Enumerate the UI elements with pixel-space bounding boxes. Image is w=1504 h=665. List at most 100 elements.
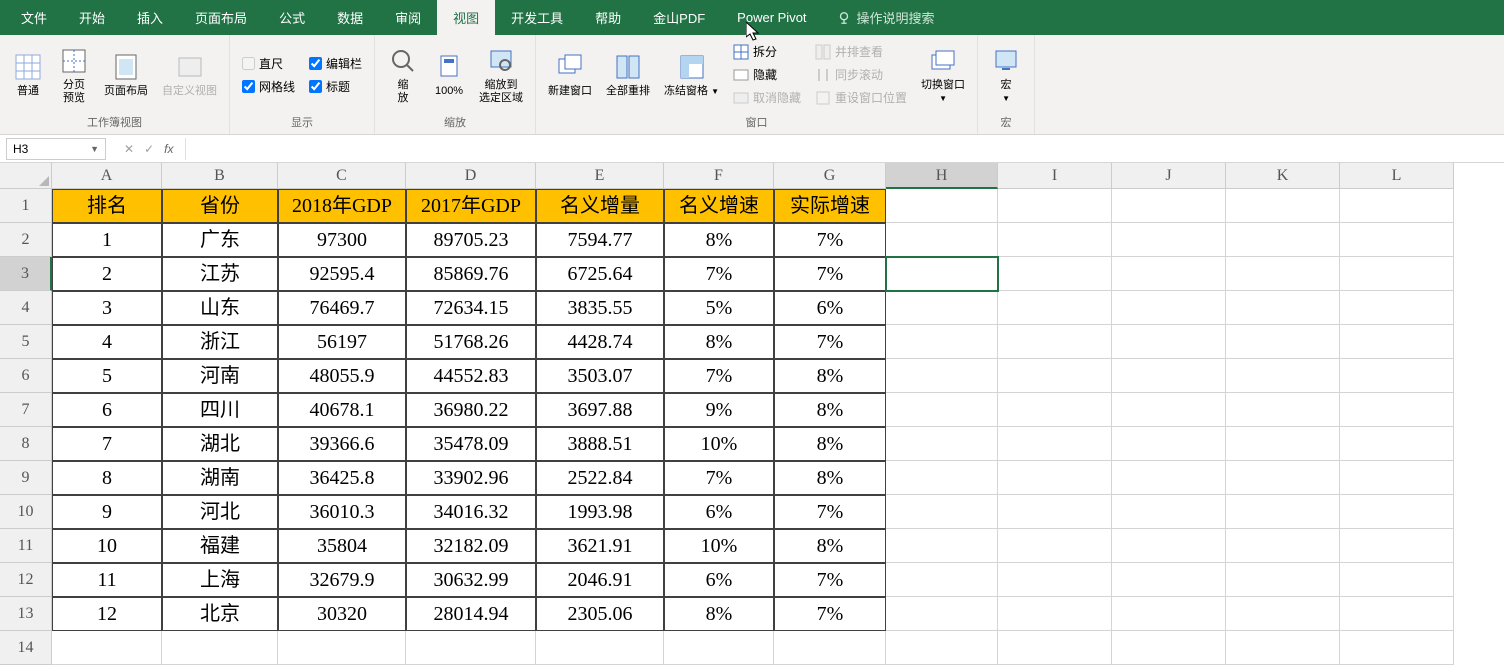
cell-D12[interactable]: 30632.99	[406, 563, 536, 597]
row-header-6[interactable]: 6	[0, 359, 52, 393]
cell-H14[interactable]	[886, 631, 998, 665]
cell-B7[interactable]: 四川	[162, 393, 278, 427]
name-box[interactable]: H3▼	[6, 138, 106, 160]
cell-G12[interactable]: 7%	[774, 563, 886, 597]
tab-开发工具[interactable]: 开发工具	[495, 0, 579, 35]
cell-I5[interactable]	[998, 325, 1112, 359]
row-header-14[interactable]: 14	[0, 631, 52, 665]
cell-G14[interactable]	[774, 631, 886, 665]
arrange-all-button[interactable]: 全部重排	[600, 49, 656, 100]
cell-I8[interactable]	[998, 427, 1112, 461]
cell-E11[interactable]: 3621.91	[536, 529, 664, 563]
cell-B11[interactable]: 福建	[162, 529, 278, 563]
cell-J4[interactable]	[1112, 291, 1226, 325]
cell-G2[interactable]: 7%	[774, 223, 886, 257]
row-header-4[interactable]: 4	[0, 291, 52, 325]
select-all-corner[interactable]	[0, 163, 52, 189]
cell-I14[interactable]	[998, 631, 1112, 665]
row-header-3[interactable]: 3	[0, 257, 52, 291]
cell-L8[interactable]	[1340, 427, 1454, 461]
cell-A10[interactable]: 9	[52, 495, 162, 529]
cell-G4[interactable]: 6%	[774, 291, 886, 325]
gridlines-checkbox[interactable]: 网格线	[242, 78, 295, 95]
cell-H10[interactable]	[886, 495, 998, 529]
tab-帮助[interactable]: 帮助	[579, 0, 637, 35]
cell-L1[interactable]	[1340, 189, 1454, 223]
cell-L5[interactable]	[1340, 325, 1454, 359]
cell-C5[interactable]: 56197	[278, 325, 406, 359]
cell-H7[interactable]	[886, 393, 998, 427]
column-header-C[interactable]: C	[278, 163, 406, 189]
cell-B12[interactable]: 上海	[162, 563, 278, 597]
row-header-10[interactable]: 10	[0, 495, 52, 529]
cell-I1[interactable]	[998, 189, 1112, 223]
formula-bar-checkbox[interactable]: 编辑栏	[309, 55, 362, 72]
cell-J1[interactable]	[1112, 189, 1226, 223]
cell-H1[interactable]	[886, 189, 998, 223]
cell-D9[interactable]: 33902.96	[406, 461, 536, 495]
sync-scroll-button[interactable]: 同步滚动	[809, 64, 913, 85]
cell-F12[interactable]: 6%	[664, 563, 774, 597]
cell-H6[interactable]	[886, 359, 998, 393]
cell-G6[interactable]: 8%	[774, 359, 886, 393]
cell-H8[interactable]	[886, 427, 998, 461]
row-header-2[interactable]: 2	[0, 223, 52, 257]
cell-F4[interactable]: 5%	[664, 291, 774, 325]
cell-B6[interactable]: 河南	[162, 359, 278, 393]
cell-J2[interactable]	[1112, 223, 1226, 257]
cell-L9[interactable]	[1340, 461, 1454, 495]
zoom-selection-button[interactable]: 缩放到 选定区域	[473, 43, 529, 107]
cell-J5[interactable]	[1112, 325, 1226, 359]
column-header-L[interactable]: L	[1340, 163, 1454, 189]
tab-审阅[interactable]: 审阅	[379, 0, 437, 35]
cell-G10[interactable]: 7%	[774, 495, 886, 529]
cell-F5[interactable]: 8%	[664, 325, 774, 359]
formula-input[interactable]	[185, 138, 1504, 160]
freeze-panes-button[interactable]: 冻结窗格 ▼	[658, 49, 725, 100]
cell-L10[interactable]	[1340, 495, 1454, 529]
tab-视图[interactable]: 视图	[437, 0, 495, 35]
cell-H11[interactable]	[886, 529, 998, 563]
cell-J3[interactable]	[1112, 257, 1226, 291]
cell-E8[interactable]: 3888.51	[536, 427, 664, 461]
cell-F14[interactable]	[664, 631, 774, 665]
column-header-F[interactable]: F	[664, 163, 774, 189]
cell-A12[interactable]: 11	[52, 563, 162, 597]
cell-I10[interactable]	[998, 495, 1112, 529]
cell-D10[interactable]: 34016.32	[406, 495, 536, 529]
cell-C4[interactable]: 76469.7	[278, 291, 406, 325]
cell-L14[interactable]	[1340, 631, 1454, 665]
cell-L3[interactable]	[1340, 257, 1454, 291]
tell-me-search[interactable]: 操作说明搜索	[823, 0, 935, 35]
cell-I12[interactable]	[998, 563, 1112, 597]
column-header-A[interactable]: A	[52, 163, 162, 189]
column-header-B[interactable]: B	[162, 163, 278, 189]
cell-A3[interactable]: 2	[52, 257, 162, 291]
cell-I3[interactable]	[998, 257, 1112, 291]
cell-D3[interactable]: 85869.76	[406, 257, 536, 291]
cell-A8[interactable]: 7	[52, 427, 162, 461]
cell-E14[interactable]	[536, 631, 664, 665]
tab-文件[interactable]: 文件	[5, 0, 63, 35]
cell-J8[interactable]	[1112, 427, 1226, 461]
cell-C14[interactable]	[278, 631, 406, 665]
cell-A14[interactable]	[52, 631, 162, 665]
cell-E9[interactable]: 2522.84	[536, 461, 664, 495]
cell-F1[interactable]: 名义增速	[664, 189, 774, 223]
cell-L12[interactable]	[1340, 563, 1454, 597]
custom-views-button[interactable]: 自定义视图	[156, 49, 223, 100]
cell-G3[interactable]: 7%	[774, 257, 886, 291]
cell-E12[interactable]: 2046.91	[536, 563, 664, 597]
cell-K5[interactable]	[1226, 325, 1340, 359]
cell-K7[interactable]	[1226, 393, 1340, 427]
cell-D1[interactable]: 2017年GDP	[406, 189, 536, 223]
unhide-button[interactable]: 取消隐藏	[727, 87, 807, 108]
zoom-button[interactable]: 缩 放	[381, 43, 425, 107]
cell-K8[interactable]	[1226, 427, 1340, 461]
row-header-13[interactable]: 13	[0, 597, 52, 631]
row-header-5[interactable]: 5	[0, 325, 52, 359]
cell-C12[interactable]: 32679.9	[278, 563, 406, 597]
column-header-H[interactable]: H	[886, 163, 998, 189]
cell-J6[interactable]	[1112, 359, 1226, 393]
cell-D7[interactable]: 36980.22	[406, 393, 536, 427]
